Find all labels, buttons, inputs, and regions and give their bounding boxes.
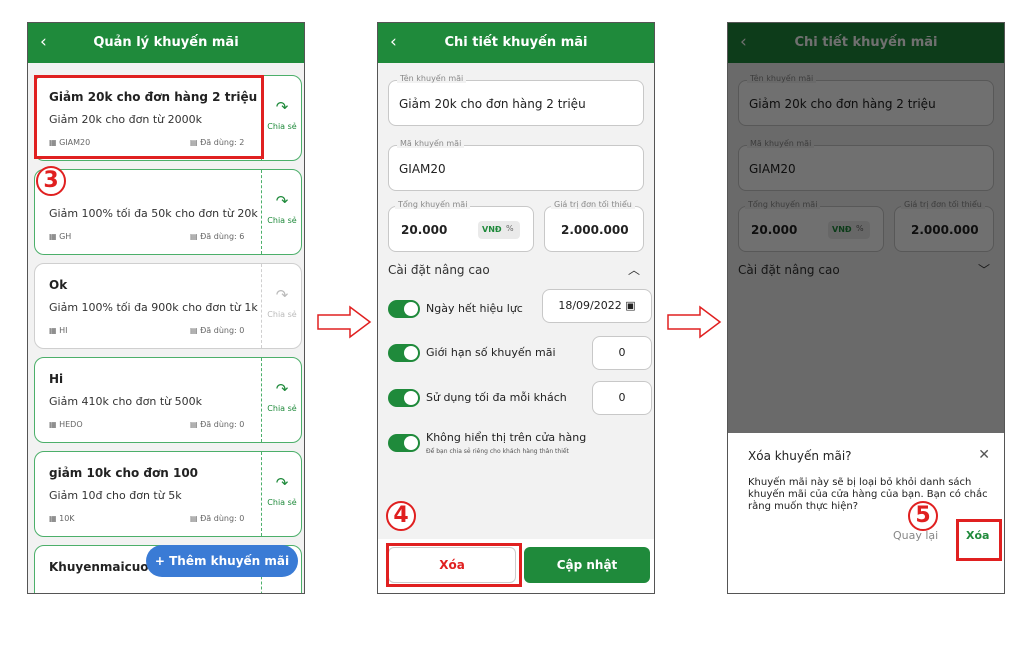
add-promotion-button[interactable]: + Thêm khuyến mãi — [146, 545, 298, 577]
field-value: 20.000 — [401, 223, 448, 237]
step-number: 3 — [36, 166, 66, 196]
min-order-field[interactable]: Giá trị đơn tối thiểu 2.000.000 — [544, 200, 644, 252]
field-label: Giá trị đơn tối thiểu — [551, 200, 635, 209]
expiry-date-field[interactable]: 18/09/2022 ▣ — [542, 289, 652, 323]
barcode-icon: ▦ — [49, 420, 60, 429]
field-value: 2.000.000 — [561, 223, 629, 237]
share-button[interactable]: ↷ Chia sẻ — [262, 380, 302, 413]
delete-dialog: Xóa khuyến mãi? ✕ Khuyến mãi này sẽ bị l… — [728, 433, 1004, 593]
promotion-code: ▦ HI — [49, 326, 68, 335]
arrow-right-icon — [317, 305, 372, 339]
promotion-usage: ▤ Đã dùng: 0 — [190, 326, 245, 335]
highlight-box — [386, 543, 522, 587]
step-number: 5 — [908, 501, 938, 531]
app-header: ‹ Quản lý khuyến mãi — [28, 23, 304, 63]
bag-icon: ▤ — [190, 420, 201, 429]
barcode-icon: ▦ — [49, 232, 60, 241]
field-label: Tổng khuyến mãi — [395, 200, 471, 209]
share-button[interactable]: ↷ Chia sẻ — [262, 192, 302, 225]
share-button[interactable]: ↷ Chia sẻ — [262, 474, 302, 507]
close-icon[interactable]: ✕ — [978, 447, 990, 463]
share-icon: ↷ — [275, 98, 289, 116]
app-header: ‹ Chi tiết khuyến mãi — [378, 23, 654, 63]
toggle-label: Sử dụng tối đa mỗi khách — [426, 391, 567, 404]
advanced-settings-label[interactable]: Cài đặt nâng cao — [388, 263, 490, 277]
delete-confirm-screen: ‹ Chi tiết khuyến mãi Tên khuyến mãi Giả… — [727, 22, 1005, 594]
share-button[interactable]: ↷ Chia sẻ — [262, 98, 302, 131]
field-value: Giảm 20k cho đơn hàng 2 triệu — [399, 97, 586, 111]
barcode-icon: ▦ — [49, 514, 60, 523]
toggle-label: Giới hạn số khuyến mãi — [426, 346, 556, 359]
limit-toggle[interactable] — [388, 344, 420, 362]
total-promotion-field[interactable]: Tổng khuyến mãi 20.000 VNĐ % — [388, 200, 534, 252]
bag-icon: ▤ — [190, 232, 201, 241]
share-icon: ↷ — [275, 474, 289, 492]
barcode-icon: ▦ — [49, 326, 60, 335]
toggle-label: Không hiển thị trên cửa hàng — [426, 431, 587, 444]
promotion-title: Ok — [49, 278, 68, 292]
highlight-box — [956, 519, 1002, 561]
promotion-card[interactable]: Hi Giảm 410k cho đơn từ 500k ▦ HEDO ▤ Đã… — [34, 357, 302, 443]
dialog-message: Khuyến mãi này sẽ bị loại bỏ khỏi danh s… — [748, 477, 988, 512]
promotion-description: Giảm 100% tối đa 900k cho đơn từ 1k — [49, 301, 258, 314]
toggle-hint: Để bạn chia sẻ riêng cho khách hàng thân… — [426, 448, 569, 455]
promotion-code-field[interactable]: Mã khuyến mãi GIAM20 — [388, 139, 644, 191]
promotion-usage: ▤ Đã dùng: 0 — [190, 514, 245, 523]
promotion-description: Giảm 10đ cho đơn từ 5k — [49, 489, 182, 502]
unit-vnd-option[interactable]: VNĐ — [482, 225, 502, 234]
bag-icon: ▤ — [190, 326, 201, 335]
highlight-box — [34, 75, 264, 159]
unit-toggle[interactable]: VNĐ % — [478, 221, 520, 239]
field-label: Tên khuyến mãi — [397, 74, 467, 83]
promotion-usage: ▤ Đã dùng: 6 — [190, 232, 245, 241]
page-title: Quản lý khuyến mãi — [93, 35, 239, 50]
promotion-usage: ▤ Đã dùng: 0 — [190, 420, 245, 429]
step-number: 4 — [386, 501, 416, 531]
limit-input[interactable]: 0 — [592, 336, 652, 370]
expiry-toggle[interactable] — [388, 300, 420, 318]
promotion-description: Giảm 100% tối đa 50k cho đơn từ 20k — [49, 207, 258, 220]
share-icon: ↷ — [275, 380, 289, 398]
promotion-title: giảm 10k cho đơn 100 — [49, 466, 199, 480]
dialog-title: Xóa khuyến mãi? — [748, 449, 852, 463]
arrow-right-icon — [667, 305, 722, 339]
promotion-code: ▦ GH — [49, 232, 72, 241]
per-customer-toggle[interactable] — [388, 389, 420, 407]
promotion-card[interactable]: Ok Giảm 100% tối đa 900k cho đơn từ 1k ▦… — [34, 263, 302, 349]
bag-icon: ▤ — [190, 514, 201, 523]
promotion-card[interactable]: h Giảm 100% tối đa 50k cho đơn từ 20k ▦ … — [34, 169, 302, 255]
promotion-title: Hi — [49, 372, 64, 386]
promotion-list-screen: ‹ Quản lý khuyến mãi Giảm 20k cho đơn hà… — [27, 22, 305, 594]
unit-percent-option[interactable]: % — [506, 224, 514, 233]
update-button[interactable]: Cập nhật — [524, 547, 650, 583]
promotion-name-field[interactable]: Tên khuyến mãi Giảm 20k cho đơn hàng 2 t… — [388, 74, 644, 126]
promotion-card[interactable]: giảm 10k cho đơn 100 Giảm 10đ cho đơn từ… — [34, 451, 302, 537]
promotion-description: Giảm 410k cho đơn từ 500k — [49, 395, 202, 408]
share-icon: ↷ — [275, 192, 289, 210]
page-title: Chi tiết khuyến mãi — [444, 35, 588, 50]
cancel-button[interactable]: Quay lại — [893, 529, 938, 542]
promotion-detail-screen: ‹ Chi tiết khuyến mãi Tên khuyến mãi Giả… — [377, 22, 655, 594]
field-value: GIAM20 — [399, 162, 446, 176]
per-customer-input[interactable]: 0 — [592, 381, 652, 415]
toggle-label: Ngày hết hiệu lực — [426, 302, 523, 315]
calendar-icon: ▣ — [621, 299, 636, 312]
field-label: Mã khuyến mãi — [397, 139, 465, 148]
chevron-up-icon[interactable]: ︿ — [628, 261, 640, 278]
promotion-code: ▦ 10K — [49, 514, 75, 523]
share-icon: ↷ — [275, 286, 289, 304]
share-button[interactable]: ↷ Chia sẻ — [262, 286, 302, 319]
hide-on-store-toggle[interactable] — [388, 434, 420, 452]
promotion-code: ▦ HEDO — [49, 420, 83, 429]
